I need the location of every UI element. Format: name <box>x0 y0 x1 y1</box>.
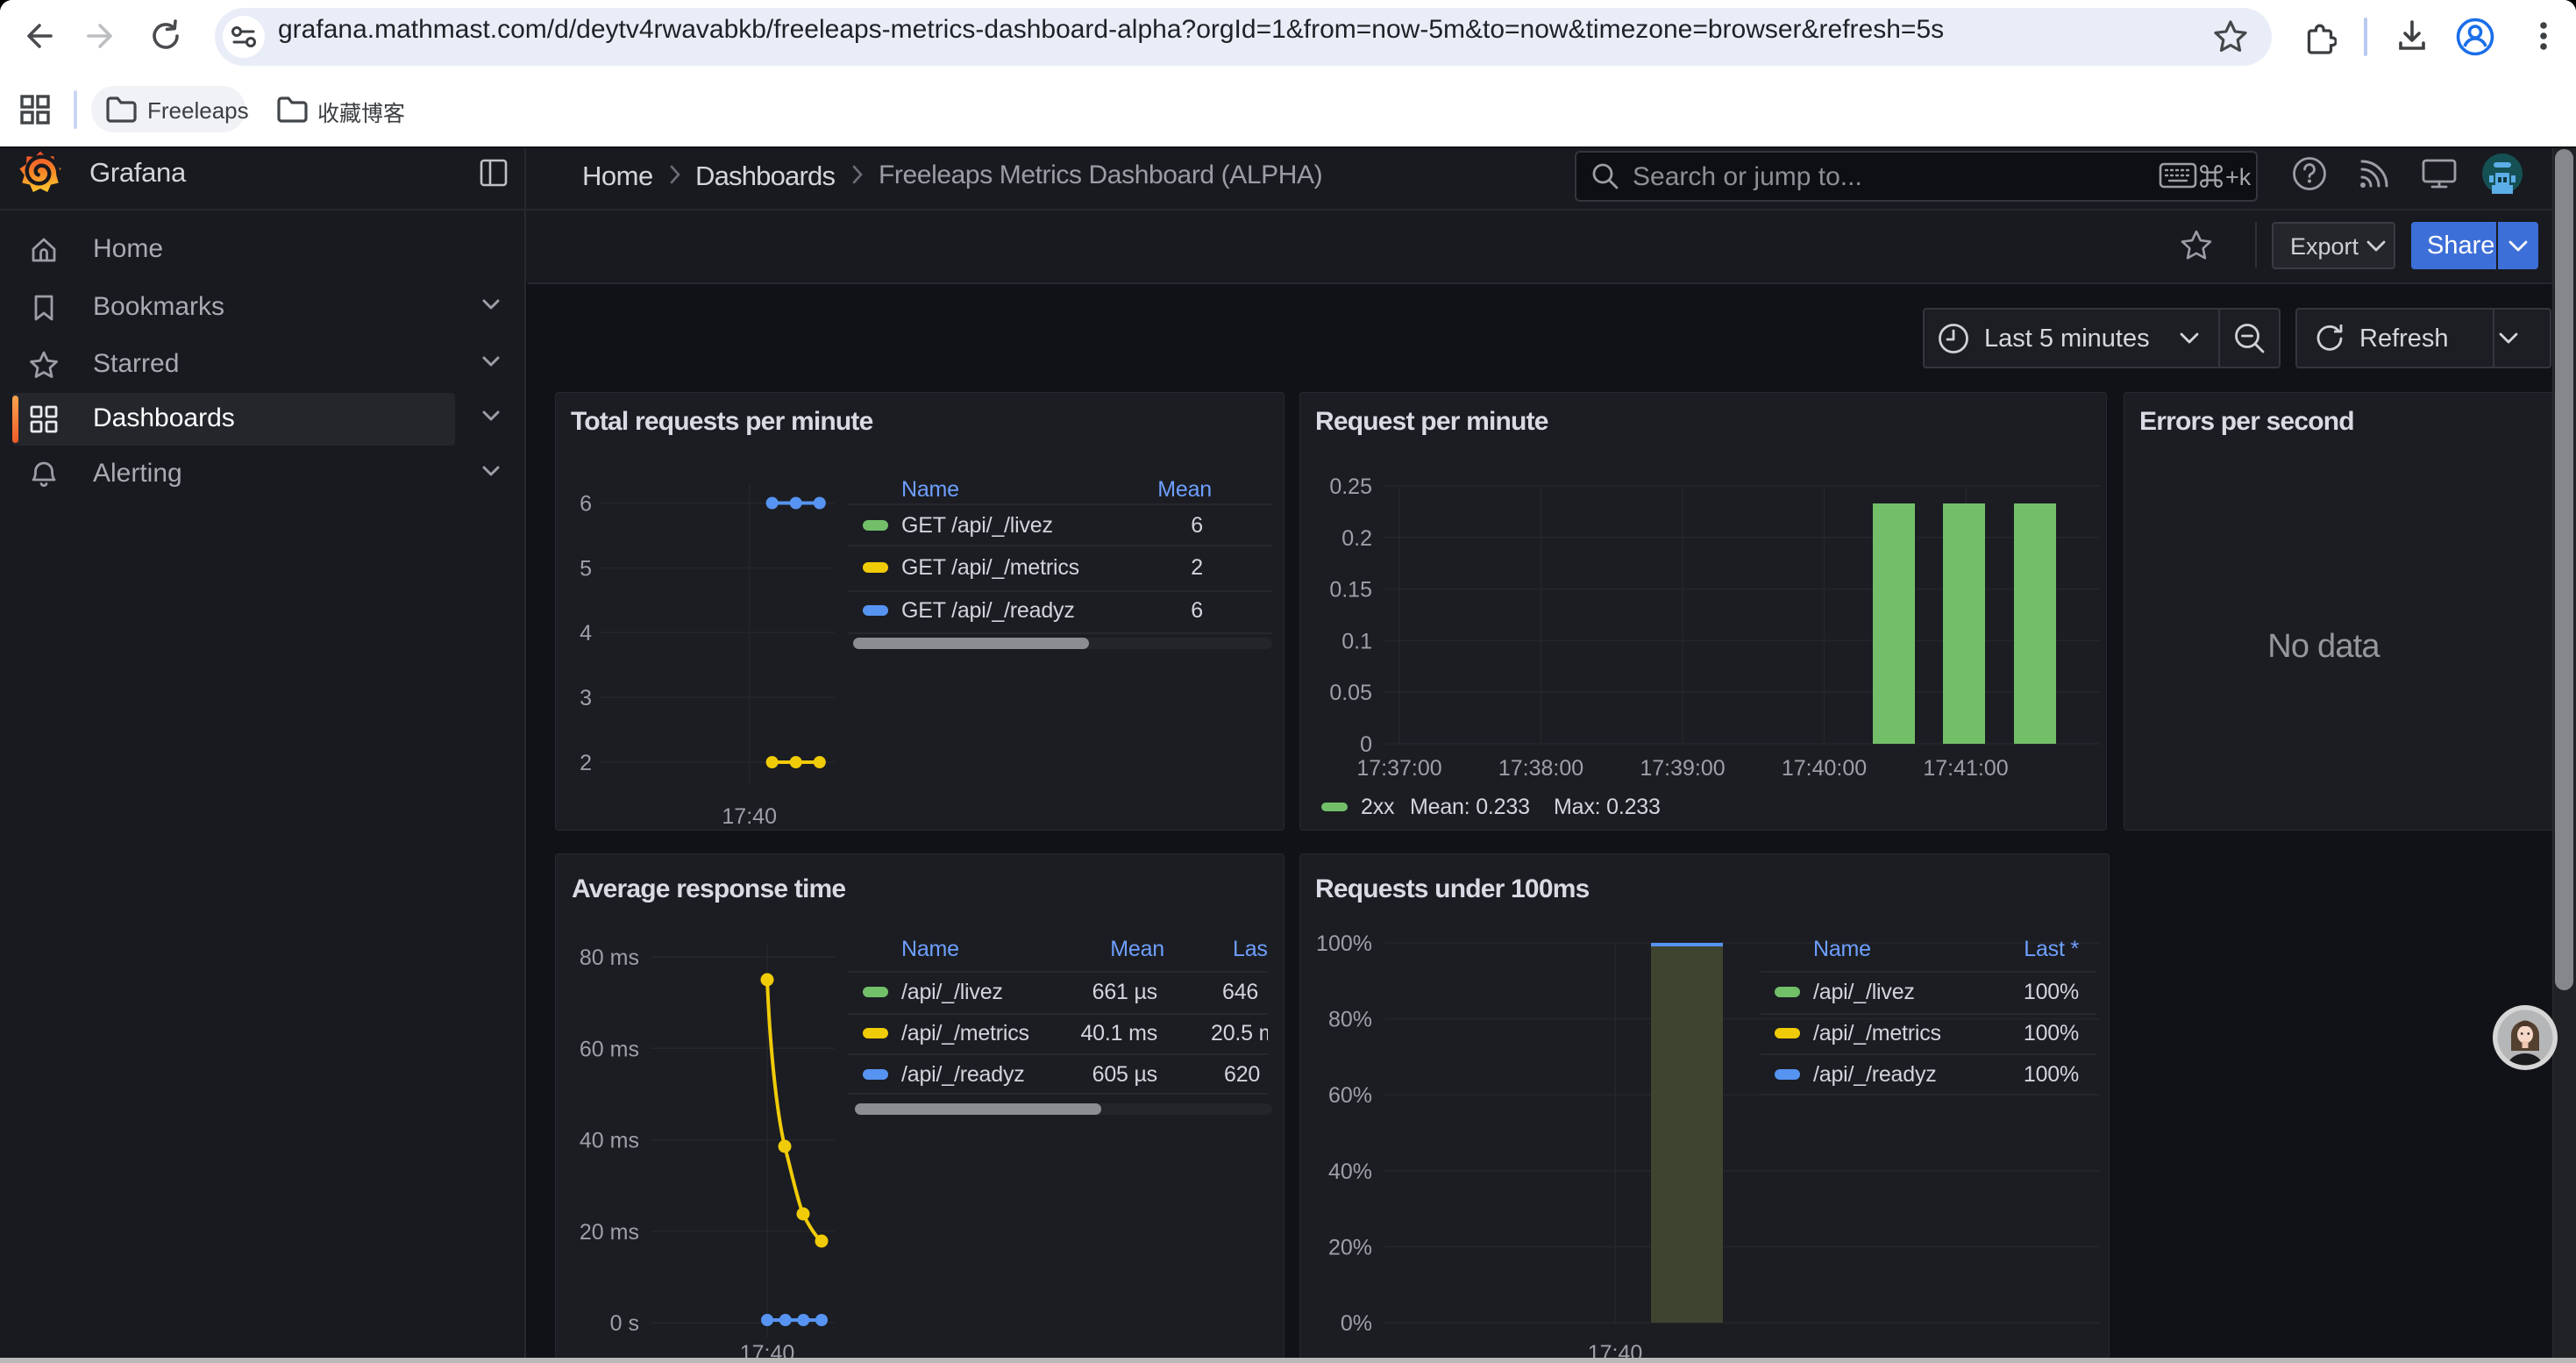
svg-text:20%: 20% <box>1328 1235 1372 1260</box>
svg-text:100%: 100% <box>1316 931 1372 956</box>
svg-text:40%: 40% <box>1328 1160 1372 1184</box>
svg-text:0.1: 0.1 <box>1341 629 1372 653</box>
svg-text:0: 0 <box>1360 732 1372 757</box>
svg-text:0.05: 0.05 <box>1329 681 1372 705</box>
svg-text:60 ms: 60 ms <box>580 1037 639 1061</box>
svg-text:3: 3 <box>580 686 592 710</box>
svg-text:0%: 0% <box>1341 1311 1372 1336</box>
svg-text:5: 5 <box>580 557 592 582</box>
svg-text:0 s: 0 s <box>610 1311 639 1336</box>
svg-text:0.25: 0.25 <box>1329 475 1372 499</box>
svg-text:20 ms: 20 ms <box>580 1220 639 1245</box>
svg-text:2: 2 <box>580 751 592 775</box>
svg-text:80%: 80% <box>1328 1008 1372 1032</box>
svg-text:17:41:00: 17:41:00 <box>1923 756 2008 781</box>
svg-text:80 ms: 80 ms <box>580 946 639 970</box>
svg-text:17:40: 17:40 <box>722 804 777 829</box>
svg-text:6: 6 <box>580 492 592 517</box>
svg-text:0.2: 0.2 <box>1341 526 1372 551</box>
svg-text:17:39:00: 17:39:00 <box>1640 756 1725 781</box>
svg-text:0.15: 0.15 <box>1329 578 1372 603</box>
svg-text:17:38:00: 17:38:00 <box>1498 756 1583 781</box>
svg-text:17:40:00: 17:40:00 <box>1782 756 1867 781</box>
svg-text:40 ms: 40 ms <box>580 1129 639 1153</box>
svg-text:4: 4 <box>580 621 592 646</box>
svg-text:17:37:00: 17:37:00 <box>1356 756 1441 781</box>
svg-text:60%: 60% <box>1328 1083 1372 1108</box>
